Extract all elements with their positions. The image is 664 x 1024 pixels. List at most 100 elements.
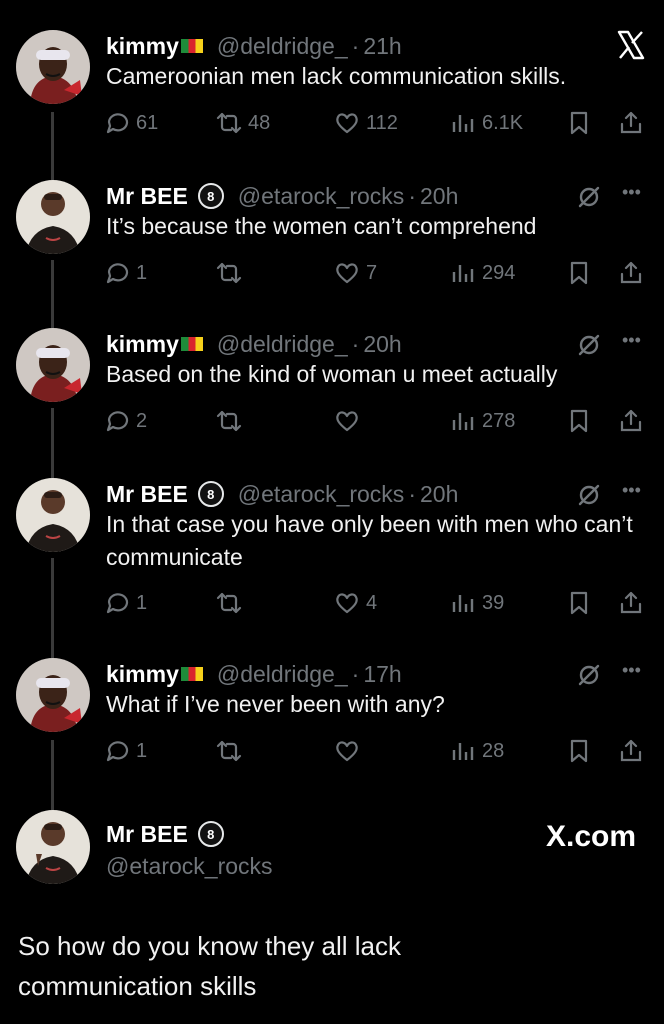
reply-button[interactable]: 1 bbox=[104, 258, 147, 288]
author-name[interactable]: Mr BEE bbox=[106, 821, 188, 848]
avatar[interactable] bbox=[16, 180, 90, 254]
grok-icon[interactable] bbox=[576, 482, 602, 508]
views-button[interactable]: 6.1K bbox=[450, 108, 523, 138]
reply-button[interactable]: 61 bbox=[104, 108, 158, 138]
separator-dot: · bbox=[351, 330, 360, 357]
retweet-button[interactable] bbox=[216, 258, 248, 288]
reply-button[interactable]: 2 bbox=[104, 406, 147, 436]
views-count: 294 bbox=[482, 261, 516, 284]
brand-watermark: X.com bbox=[545, 820, 636, 853]
author-name[interactable]: kimmy bbox=[106, 661, 179, 688]
views-count: 39 bbox=[482, 591, 505, 614]
timestamp[interactable]: 20h bbox=[420, 183, 458, 210]
share-icon bbox=[618, 590, 650, 616]
reply-button[interactable]: 1 bbox=[104, 736, 147, 766]
bookmark-icon bbox=[566, 738, 598, 764]
views-button[interactable]: 278 bbox=[450, 406, 515, 436]
tweet-text: In that case you have only been with men… bbox=[106, 511, 633, 570]
avatar[interactable] bbox=[16, 810, 90, 884]
bookmark-icon bbox=[566, 590, 598, 616]
like-button[interactable] bbox=[334, 736, 366, 766]
reply-count: 61 bbox=[136, 111, 159, 134]
author-name[interactable]: kimmy bbox=[106, 33, 179, 60]
views-button[interactable]: 294 bbox=[450, 258, 515, 288]
timestamp[interactable]: 17h bbox=[363, 661, 401, 688]
timestamp[interactable]: 20h bbox=[363, 331, 401, 358]
tweet[interactable]: kimmy @deldridge_ · 17h ••• What if I’ve neve… bbox=[0, 658, 664, 776]
bookmark-button[interactable] bbox=[566, 258, 598, 288]
retweet-button[interactable] bbox=[216, 588, 248, 618]
retweet-icon bbox=[216, 260, 248, 286]
share-button[interactable] bbox=[618, 258, 650, 288]
timestamp[interactable]: 21h bbox=[363, 33, 401, 60]
like-icon bbox=[334, 738, 366, 764]
reply-count: 1 bbox=[136, 591, 148, 614]
bookmark-icon bbox=[566, 110, 598, 136]
share-button[interactable] bbox=[618, 736, 650, 766]
grok-icon[interactable] bbox=[576, 184, 602, 210]
bookmark-button[interactable] bbox=[566, 588, 598, 618]
reply-count: 2 bbox=[136, 409, 148, 432]
author-handle[interactable]: @deldridge_ bbox=[217, 33, 348, 60]
reply-button[interactable]: 1 bbox=[104, 588, 147, 618]
tweet[interactable]: kimmy @deldridge_ · 21h Cameroonian men lack… bbox=[0, 30, 664, 148]
cameroon-flag-icon bbox=[180, 337, 203, 351]
retweet-count: 48 bbox=[248, 111, 271, 134]
author-name[interactable]: kimmy bbox=[106, 331, 179, 358]
views-button[interactable]: 39 bbox=[450, 588, 504, 618]
tweet-text: Based on the kind of woman u meet actual… bbox=[106, 361, 558, 387]
like-button[interactable]: 4 bbox=[334, 588, 377, 618]
timestamp[interactable]: 20h bbox=[420, 481, 458, 508]
like-count: 7 bbox=[366, 261, 378, 284]
more-icon[interactable]: ••• bbox=[622, 660, 646, 686]
grok-icon[interactable] bbox=[576, 332, 602, 358]
like-button[interactable]: 112 bbox=[334, 108, 398, 138]
more-icon[interactable]: ••• bbox=[622, 480, 646, 506]
separator-dot: · bbox=[351, 32, 360, 59]
share-button[interactable] bbox=[618, 108, 650, 138]
reply-icon bbox=[104, 260, 136, 286]
tweet[interactable]: Mr BEE 8 @etarock_rocks · 20h ••• In that case… bbox=[0, 478, 664, 628]
avatar[interactable] bbox=[16, 658, 90, 732]
retweet-button[interactable]: 48 bbox=[216, 108, 270, 138]
bookmark-button[interactable] bbox=[566, 736, 598, 766]
author-handle[interactable]: @deldridge_ bbox=[217, 331, 348, 358]
share-button[interactable] bbox=[618, 406, 650, 436]
author-handle[interactable]: @etarock_rocks bbox=[238, 183, 405, 210]
like-button[interactable] bbox=[334, 406, 366, 436]
more-icon[interactable]: ••• bbox=[622, 330, 646, 356]
author-name[interactable]: Mr BEE bbox=[106, 481, 188, 508]
retweet-icon bbox=[216, 110, 248, 136]
bookmark-button[interactable] bbox=[566, 406, 598, 436]
bookmark-icon bbox=[566, 408, 598, 434]
emoji-badge: 8 bbox=[197, 183, 224, 209]
grok-icon[interactable] bbox=[576, 662, 602, 688]
views-button[interactable]: 28 bbox=[450, 736, 504, 766]
retweet-button[interactable] bbox=[216, 406, 248, 436]
author-handle[interactable]: @etarock_rocks bbox=[106, 853, 273, 880]
reply-icon bbox=[104, 738, 136, 764]
share-button[interactable] bbox=[618, 588, 650, 618]
bookmark-button[interactable] bbox=[566, 108, 598, 138]
cameroon-flag-icon bbox=[180, 39, 203, 53]
author-handle[interactable]: @deldridge_ bbox=[217, 661, 348, 688]
tweet[interactable]: Mr BEE 8 @etarock_rocks · 20h ••• It’s because… bbox=[0, 180, 664, 298]
avatar[interactable] bbox=[16, 478, 90, 552]
avatar[interactable] bbox=[16, 30, 90, 104]
separator-dot: · bbox=[408, 480, 416, 507]
like-button[interactable]: 7 bbox=[334, 258, 377, 288]
separator-dot: · bbox=[408, 182, 416, 209]
separator-dot: · bbox=[351, 660, 360, 687]
avatar[interactable] bbox=[16, 328, 90, 402]
retweet-button[interactable] bbox=[216, 736, 248, 766]
views-icon bbox=[450, 738, 482, 764]
more-icon[interactable]: ••• bbox=[622, 182, 646, 208]
final-tweet[interactable]: Mr BEE 8 @etarock_rocks X.com So how do … bbox=[0, 810, 664, 1024]
tweet[interactable]: kimmy @deldridge_ · 20h ••• Based on the kind… bbox=[0, 328, 664, 446]
reply-icon bbox=[104, 408, 136, 434]
share-icon bbox=[618, 110, 650, 136]
share-icon bbox=[618, 408, 650, 434]
author-handle[interactable]: @etarock_rocks bbox=[238, 481, 405, 508]
views-icon bbox=[450, 260, 482, 286]
author-name[interactable]: Mr BEE bbox=[106, 183, 188, 210]
